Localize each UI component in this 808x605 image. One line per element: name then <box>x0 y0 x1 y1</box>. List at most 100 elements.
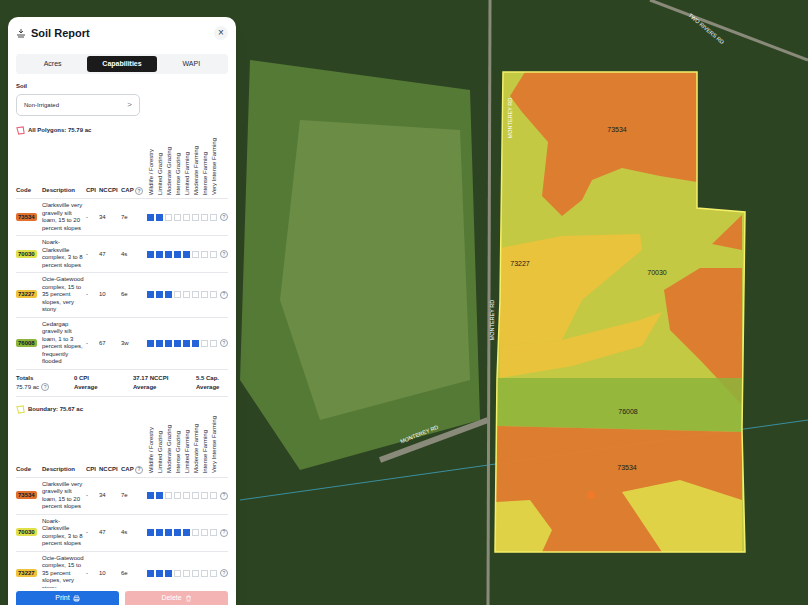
soil-code-badge: 70030 <box>16 528 37 536</box>
delete-button[interactable]: Delete <box>125 591 228 605</box>
capability-box <box>165 570 172 577</box>
capability-box <box>210 340 217 347</box>
info-icon[interactable]: ? <box>41 383 49 391</box>
help-icon[interactable]: ? <box>220 529 228 537</box>
capability-box <box>192 492 199 499</box>
capability-box <box>201 529 208 536</box>
soil-polygon[interactable] <box>500 312 662 378</box>
soil-polygon[interactable] <box>495 72 745 552</box>
polygon-icon <box>16 126 25 135</box>
capability-box <box>156 492 163 499</box>
soil-polygon[interactable] <box>510 72 697 216</box>
soil-polygon[interactable] <box>712 215 742 250</box>
capability-box <box>183 214 190 221</box>
capability-box <box>174 251 181 258</box>
capability-box <box>156 340 163 347</box>
soil-polygon[interactable] <box>497 378 742 432</box>
capability-box <box>174 492 181 499</box>
help-icon[interactable]: ? <box>220 569 228 577</box>
soil-row[interactable]: 70030Noark-Clarksville complex, 3 to 8 p… <box>16 236 228 273</box>
info-icon[interactable]: ? <box>135 466 143 474</box>
capability-box <box>183 291 190 298</box>
tab[interactable]: WAPI <box>157 56 226 73</box>
tab[interactable]: Capabilities <box>87 56 156 73</box>
capability-box <box>210 251 217 258</box>
capability-box <box>183 570 190 577</box>
help-icon[interactable]: ? <box>220 492 228 500</box>
soil-label: Soil <box>16 82 228 91</box>
close-button[interactable]: × <box>214 26 228 40</box>
section-title: All Polygons: 75.79 ac <box>16 126 228 135</box>
soil-row[interactable]: 73227Ocie-Gatewood complex, 15 to 35 per… <box>16 273 228 318</box>
capability-box <box>210 291 217 298</box>
capability-box <box>147 570 154 577</box>
capability-box <box>210 529 217 536</box>
capability-box <box>210 214 217 221</box>
panel-header: Soil Report× <box>16 17 228 42</box>
help-icon[interactable]: ? <box>220 291 228 299</box>
soil-polygon[interactable] <box>622 480 742 552</box>
soil-report-panel: Soil Report× AcresCapabilitiesWAPI Soil Non… <box>8 17 236 605</box>
soil-label: 73534 <box>617 464 637 471</box>
soil-label: 73534 <box>607 126 627 133</box>
capability-box <box>156 251 163 258</box>
capability-box <box>183 340 190 347</box>
soil-row[interactable]: 76008Cedargap gravelly silt loam, 1 to 3… <box>16 318 228 370</box>
capability-box <box>192 214 199 221</box>
capability-box <box>210 570 217 577</box>
capability-box <box>147 340 154 347</box>
capability-box <box>156 529 163 536</box>
soil-code-badge: 73227 <box>16 569 37 577</box>
soil-polygon[interactable] <box>495 500 552 552</box>
soil-code-badge: 73534 <box>16 213 37 221</box>
tab-bar: AcresCapabilitiesWAPI <box>16 54 228 75</box>
capability-box <box>201 214 208 221</box>
soil-code-badge: 73534 <box>16 491 37 499</box>
capability-box <box>183 251 190 258</box>
panel-footer: Print Delete <box>8 588 236 605</box>
soil-label: 76008 <box>618 408 638 415</box>
capability-box <box>201 291 208 298</box>
help-icon[interactable]: ? <box>220 339 228 347</box>
capability-box <box>174 291 181 298</box>
section-title: Boundary: 75.67 ac <box>16 405 228 414</box>
help-icon[interactable]: ? <box>220 213 228 221</box>
info-icon[interactable]: ? <box>135 187 143 195</box>
capability-box <box>201 251 208 258</box>
capability-box <box>192 291 199 298</box>
capability-box <box>174 529 181 536</box>
capability-box <box>174 214 181 221</box>
capability-box <box>165 529 172 536</box>
map-marker[interactable] <box>587 491 595 499</box>
capability-box <box>201 492 208 499</box>
capability-box <box>174 570 181 577</box>
polygon-icon <box>16 405 25 414</box>
road-label: TWO RIVERS RD <box>687 12 725 45</box>
soil-row[interactable]: 73534Clarksville very gravelly silt loam… <box>16 199 228 236</box>
capability-box <box>165 214 172 221</box>
soil-label: 70030 <box>647 269 667 276</box>
table-header: CodeDescriptionCPINCCPICAP?Wildlife / Fo… <box>16 414 228 478</box>
capability-box <box>183 492 190 499</box>
soil-code-badge: 73227 <box>16 290 37 298</box>
table-header: CodeDescriptionCPINCCPICAP?Wildlife / Fo… <box>16 135 228 199</box>
soil-polygon[interactable] <box>495 426 742 552</box>
trash-icon <box>185 595 192 602</box>
capability-box <box>201 340 208 347</box>
capability-box <box>165 340 172 347</box>
road-label: MONTEREY RD <box>489 300 495 341</box>
soil-dropdown[interactable]: Non-Irrigated> <box>16 94 140 116</box>
soil-row[interactable]: 73227Ocie-Gatewood complex, 15 to 35 per… <box>16 552 228 589</box>
capability-box <box>147 291 154 298</box>
capability-box <box>183 529 190 536</box>
soil-row[interactable]: 70030Noark-Clarksville complex, 3 to 8 p… <box>16 515 228 552</box>
tab[interactable]: Acres <box>18 56 87 73</box>
road-label: MONTEREY RD <box>399 424 439 445</box>
capability-box <box>165 251 172 258</box>
soil-row[interactable]: 73534Clarksville very gravelly silt loam… <box>16 478 228 515</box>
capability-box <box>174 340 181 347</box>
capability-box <box>192 340 199 347</box>
print-button[interactable]: Print <box>16 591 119 605</box>
capability-box <box>192 251 199 258</box>
help-icon[interactable]: ? <box>220 250 228 258</box>
